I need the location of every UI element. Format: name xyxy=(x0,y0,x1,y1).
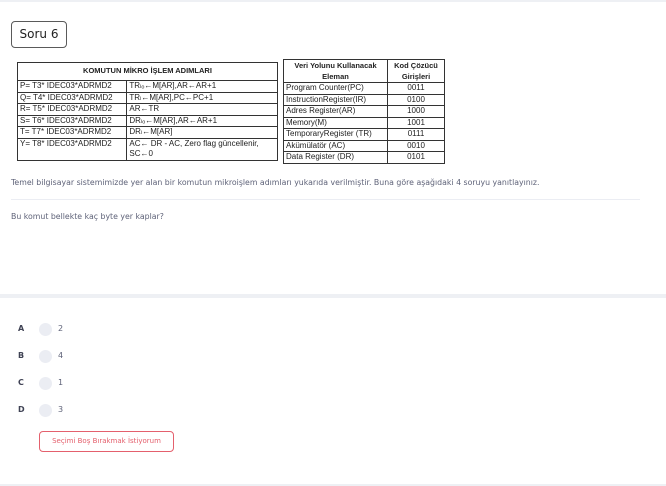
table-cell: Akümülatör (AC) xyxy=(283,139,388,152)
table-cell: TRₗ←M[AR],PC←PC+1 xyxy=(126,91,278,104)
top-divider xyxy=(0,0,666,2)
table-cell: Q= T4* IDEC03*ADRMD2 xyxy=(16,91,128,104)
table-row: Data Register (DR) 0101 xyxy=(283,151,445,164)
table-cell: Adres Register(AR) xyxy=(283,105,388,118)
table-row: Y= T8* IDEC03*ADRMD2 AC← DR - AC, Zero fl… xyxy=(16,137,278,161)
table-cell: S= T6* IDEC03*ADRMD2 xyxy=(16,114,128,127)
table-cell: 0111 xyxy=(387,128,445,141)
table-row: Program Counter(PC) 0011 xyxy=(283,82,445,95)
table-cell: InstructionRegister(IR) xyxy=(283,93,388,106)
code-table-header: Veri Yolunu Kullanacak Eleman xyxy=(283,59,388,83)
option-text: 1 xyxy=(58,378,64,387)
table-cell: Y= T8* IDEC03*ADRMD2 xyxy=(16,137,128,161)
question-context-text: Temel bilgisayar sistemimizde yer alan b… xyxy=(11,178,540,187)
table-cell: Data Register (DR) xyxy=(283,151,388,164)
table-row: Adres Register(AR) 1000 xyxy=(283,105,445,118)
table-cell: 1000 xyxy=(387,105,445,118)
option-letter: C xyxy=(18,378,24,387)
content-divider xyxy=(11,199,640,200)
table-cell: DRₗₒ←M[AR],AR←AR+1 xyxy=(126,114,278,127)
table-cell: DRₗ←M[AR] xyxy=(126,126,278,139)
answer-option-c[interactable]: C 1 xyxy=(18,377,218,391)
question-text: Bu komut bellekte kaç byte yer kaplar? xyxy=(11,212,164,221)
table-row: T= T7* IDEC03*ADRMD2 DRₗ←M[AR] xyxy=(16,126,278,139)
table-row: TemporaryRegister (TR) 0111 xyxy=(283,128,445,141)
table-cell: AR←TR xyxy=(126,103,278,116)
option-text: 4 xyxy=(58,351,64,360)
table-row: Akümülatör (AC) 0010 xyxy=(283,139,445,152)
radio-button[interactable] xyxy=(39,323,52,336)
table-cell: 0101 xyxy=(387,151,445,164)
answer-option-a[interactable]: A 2 xyxy=(18,323,218,337)
radio-button[interactable] xyxy=(39,377,52,390)
code-table-header: Kod Çözücü Girişleri xyxy=(387,59,445,83)
table-cell: AC← DR - AC, Zero flag güncellenir, SC←0 xyxy=(126,137,278,161)
section-divider xyxy=(0,294,666,298)
leave-blank-button[interactable]: Seçimi Boş Bırakmak İstiyorum xyxy=(39,431,174,452)
answer-option-d[interactable]: D 3 xyxy=(18,404,218,418)
question-number-badge: Soru 6 xyxy=(11,21,67,48)
table-cell: P= T3* IDEC03*ADRMD2 xyxy=(16,80,128,93)
answer-option-b[interactable]: B 4 xyxy=(18,350,218,364)
table-cell: 0010 xyxy=(387,139,445,152)
table-cell: TemporaryRegister (TR) xyxy=(283,128,388,141)
table-row: Memory(M) 1001 xyxy=(283,116,445,129)
decoder-codes-table: Veri Yolunu Kullanacak Eleman Kod Çözücü… xyxy=(283,59,445,164)
table-cell: R= T5* IDEC03*ADRMD2 xyxy=(16,103,128,116)
table-row: S= T6* IDEC03*ADRMD2 DRₗₒ←M[AR],AR←AR+1 xyxy=(16,114,278,127)
table-row: P= T3* IDEC03*ADRMD2 TRₗₒ←M[AR],AR←AR+1 xyxy=(16,80,278,93)
table-cell: Program Counter(PC) xyxy=(283,82,388,95)
table-cell: TRₗₒ←M[AR],AR←AR+1 xyxy=(126,80,278,93)
table-cell: T= T7* IDEC03*ADRMD2 xyxy=(16,126,128,139)
table-row: R= T5* IDEC03*ADRMD2 AR←TR xyxy=(16,103,278,116)
micro-operations-table: KOMUTUN MİKRO İŞLEM ADIMLARI P= T3* IDEC… xyxy=(16,62,278,161)
option-letter: A xyxy=(18,324,25,333)
table-row: InstructionRegister(IR) 0100 xyxy=(283,93,445,106)
radio-button[interactable] xyxy=(39,350,52,363)
table-cell: 0011 xyxy=(387,82,445,95)
option-text: 3 xyxy=(58,405,64,414)
radio-button[interactable] xyxy=(39,404,52,417)
option-letter: B xyxy=(18,351,25,360)
table-cell: Memory(M) xyxy=(283,116,388,129)
table-row: Q= T4* IDEC03*ADRMD2 TRₗ←M[AR],PC←PC+1 xyxy=(16,91,278,104)
option-text: 2 xyxy=(58,324,64,333)
table-cell: 0100 xyxy=(387,93,445,106)
table-cell: 1001 xyxy=(387,116,445,129)
option-letter: D xyxy=(18,405,25,414)
micro-table-header: KOMUTUN MİKRO İŞLEM ADIMLARI xyxy=(17,62,278,81)
